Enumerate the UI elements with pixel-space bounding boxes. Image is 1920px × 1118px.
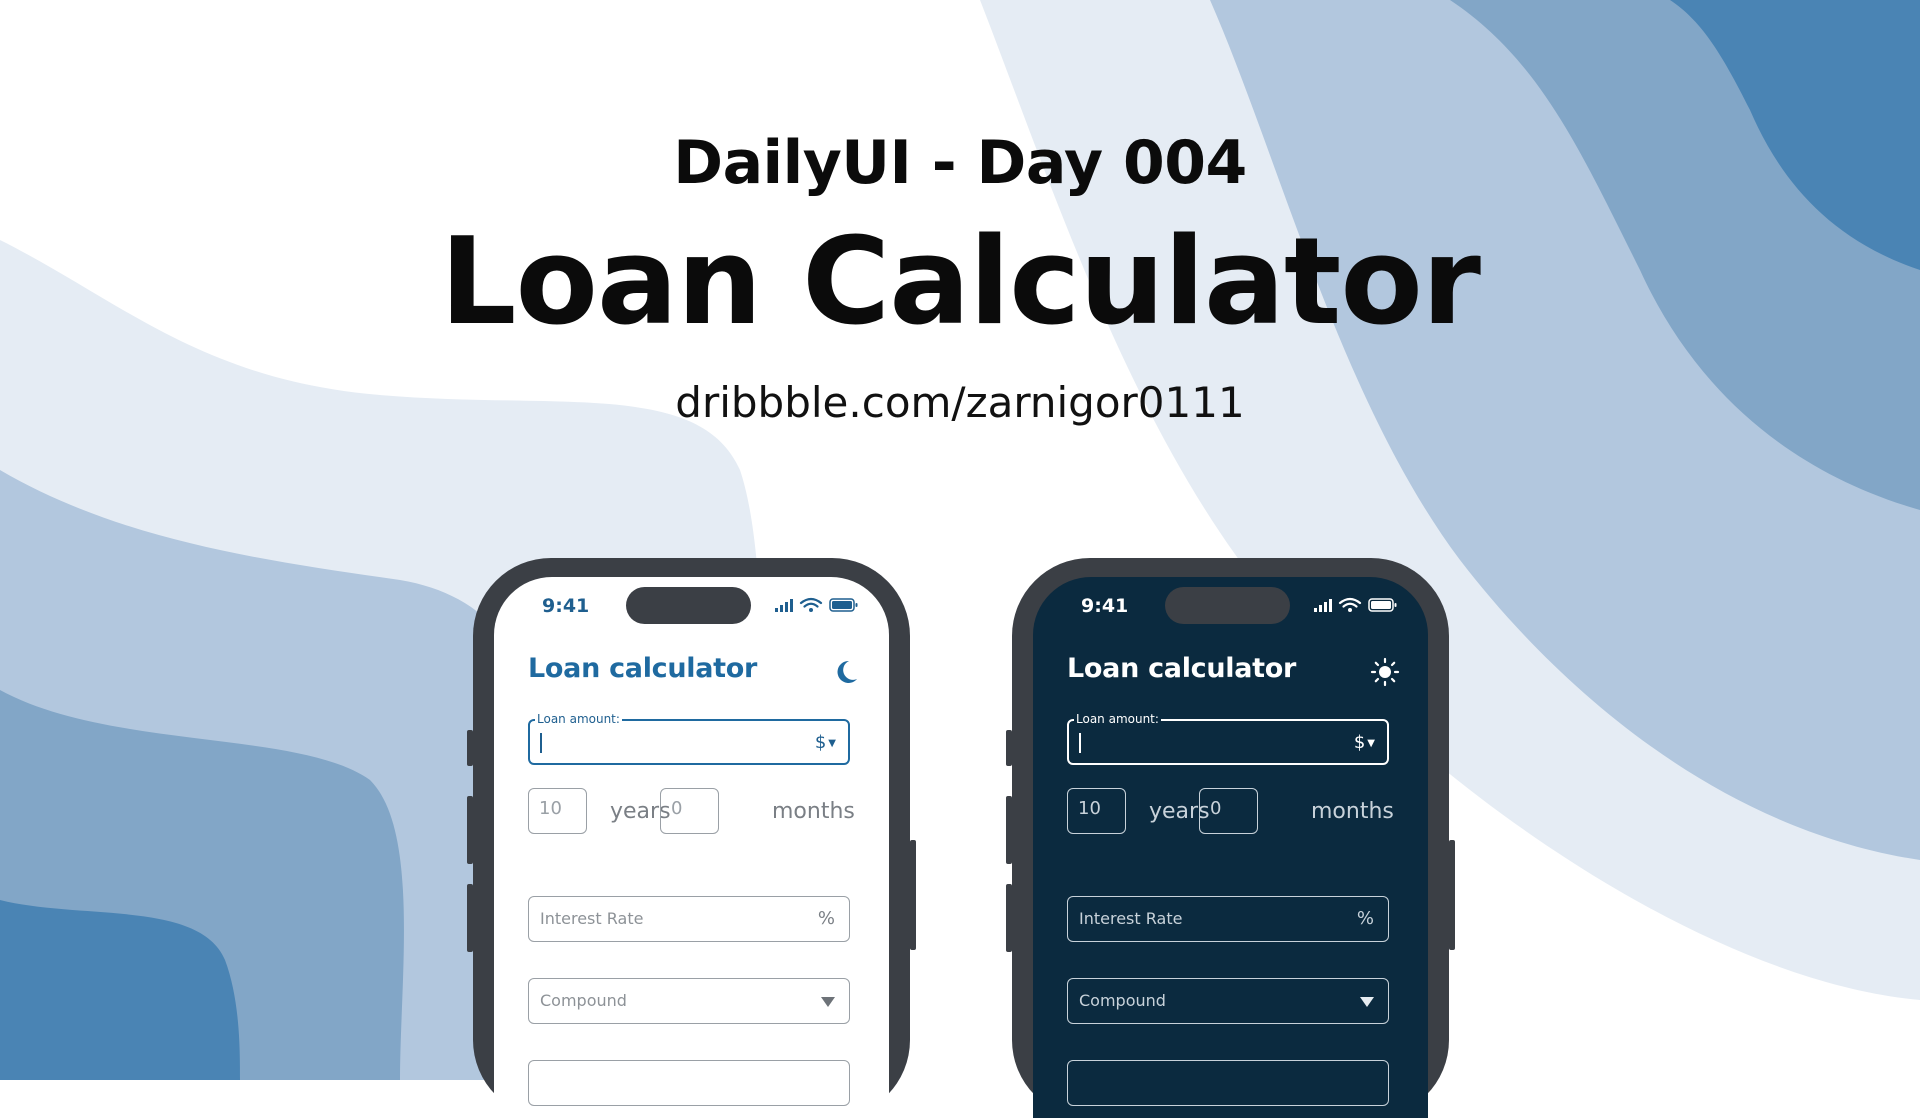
wifi-icon xyxy=(1338,597,1362,608)
caret-down-icon: ▼ xyxy=(828,738,836,749)
power-button xyxy=(1449,840,1455,950)
status-icons xyxy=(1314,597,1397,612)
loan-amount-label: Loan amount: xyxy=(1074,711,1161,727)
status-time: 9:41 xyxy=(542,595,590,617)
volume-up-button xyxy=(467,796,473,864)
status-time: 9:41 xyxy=(1081,595,1129,617)
moon-icon[interactable] xyxy=(831,657,861,687)
months-input[interactable]: 0 xyxy=(660,788,719,834)
percent-suffix: % xyxy=(817,908,835,929)
side-button xyxy=(1006,730,1012,766)
app-title: Loan calculator xyxy=(1067,653,1297,684)
interest-rate-input[interactable]: Interest Rate % xyxy=(528,896,850,942)
volume-up-button xyxy=(1006,796,1012,864)
phone-mockup-dark: 9:41 Loan calculator Loan amount: $ ▼ 10… xyxy=(1006,558,1455,1118)
status-icons xyxy=(775,597,858,612)
dropdown-arrow-icon xyxy=(821,997,835,1007)
loan-amount-label: Loan amount: xyxy=(535,711,622,727)
caret-down-icon: ▼ xyxy=(1367,738,1375,749)
loan-amount-input[interactable]: Loan amount: $ ▼ xyxy=(1067,711,1389,765)
wifi-icon xyxy=(799,597,823,608)
currency-select[interactable]: $ ▼ xyxy=(1354,732,1375,755)
next-field-cut-off[interactable] xyxy=(1067,1060,1389,1106)
currency-select[interactable]: $ ▼ xyxy=(815,732,836,755)
side-button xyxy=(467,730,473,766)
compound-placeholder: Compound xyxy=(540,991,627,1010)
power-button xyxy=(910,840,916,950)
battery-icon xyxy=(1368,598,1397,612)
app-screen-dark: 9:41 Loan calculator Loan amount: $ ▼ 10… xyxy=(1033,577,1428,1118)
volume-down-button xyxy=(467,884,473,952)
months-label: months xyxy=(772,799,855,824)
compound-select[interactable]: Compound xyxy=(1067,978,1389,1024)
interest-rate-placeholder: Interest Rate xyxy=(540,909,644,928)
percent-suffix: % xyxy=(1356,908,1374,929)
next-field-cut-off[interactable] xyxy=(528,1060,850,1106)
text-caret xyxy=(540,733,542,753)
interest-rate-placeholder: Interest Rate xyxy=(1079,909,1183,928)
months-input[interactable]: 0 xyxy=(1199,788,1258,834)
phone-mockup-light: 9:41 Loan calculator Loan amount: $ ▼ 10… xyxy=(467,558,916,1118)
day-subtitle: DailyUI - Day 004 xyxy=(673,128,1247,198)
app-screen-light: 9:41 Loan calculator Loan amount: $ ▼ 10… xyxy=(494,577,889,1118)
sun-icon[interactable] xyxy=(1370,657,1400,687)
months-label: months xyxy=(1311,799,1394,824)
dynamic-island xyxy=(1165,587,1290,624)
interest-rate-input[interactable]: Interest Rate % xyxy=(1067,896,1389,942)
years-input[interactable]: 10 xyxy=(1067,788,1126,834)
loan-amount-input[interactable]: Loan amount: $ ▼ xyxy=(528,711,850,765)
dynamic-island xyxy=(626,587,751,624)
app-title: Loan calculator xyxy=(528,653,758,684)
compound-select[interactable]: Compound xyxy=(528,978,850,1024)
battery-icon xyxy=(829,598,858,612)
signal-icon xyxy=(775,599,793,612)
compound-placeholder: Compound xyxy=(1079,991,1166,1010)
signal-icon xyxy=(1314,599,1332,612)
volume-down-button xyxy=(1006,884,1012,952)
years-input[interactable]: 10 xyxy=(528,788,587,834)
page-title: Loan Calculator xyxy=(440,213,1481,352)
text-caret xyxy=(1079,733,1081,753)
dropdown-arrow-icon xyxy=(1360,997,1374,1007)
author-url: dribbble.com/zarnigor0111 xyxy=(675,378,1245,427)
